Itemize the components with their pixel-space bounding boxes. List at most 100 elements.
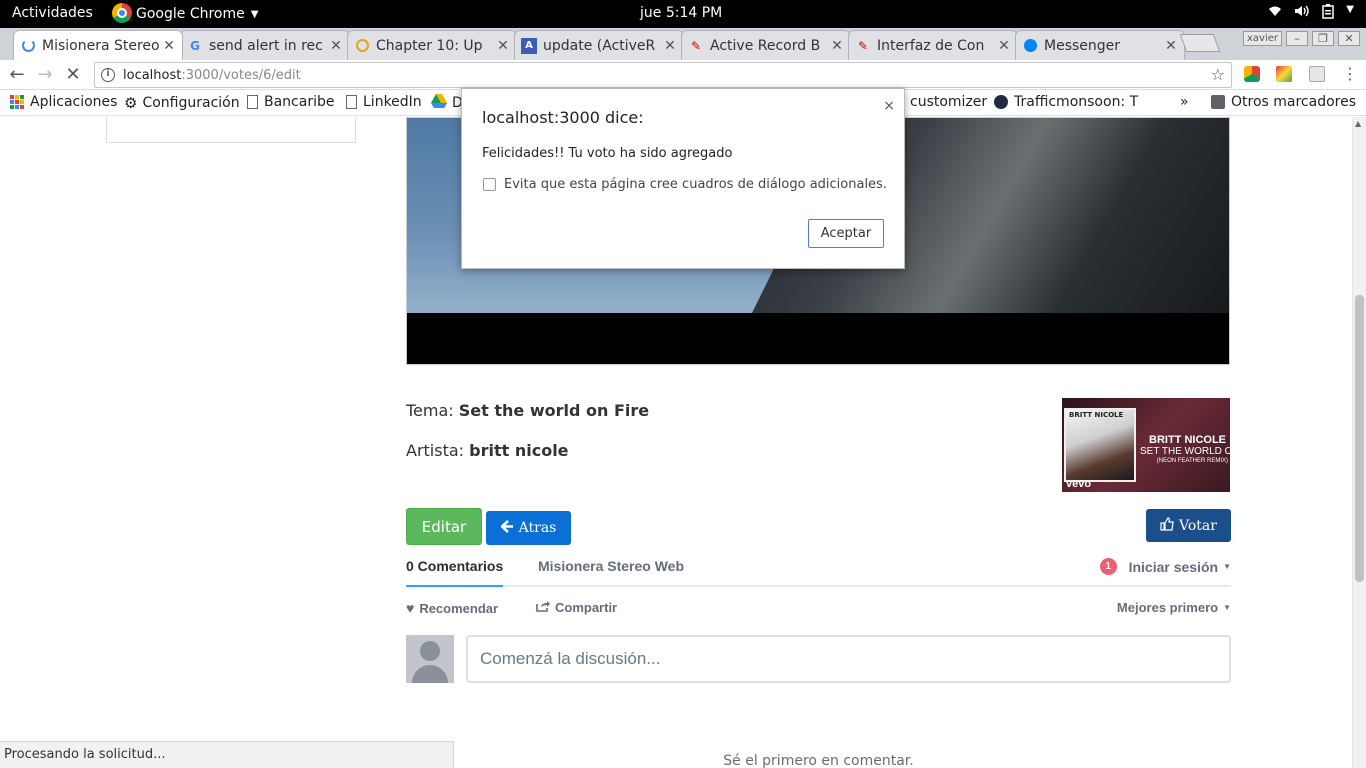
tab-messenger[interactable]: Messenger ✕ — [1015, 30, 1185, 60]
bookmark-apps[interactable]: Aplicaciones — [10, 94, 117, 110]
stop-loading-button[interactable]: ✕ — [62, 64, 84, 86]
bookmark-bancaribe[interactable]: Bancaribe — [247, 94, 334, 110]
sort-label: Mejores primero — [1116, 600, 1219, 615]
empty-comments-text: Sé el primero en comentar. — [723, 753, 914, 768]
dialog-close-icon[interactable]: × — [883, 98, 895, 114]
apps-grid-icon — [10, 95, 24, 109]
window-close-button[interactable]: ✕ — [1338, 31, 1360, 46]
aceptar-button[interactable]: Aceptar — [808, 219, 884, 248]
status-bubble: Procesando la solicitud... — [0, 741, 454, 768]
scroll-up-icon[interactable]: ▲ — [1355, 119, 1361, 128]
clock[interactable]: jue 5:14 PM — [640, 5, 722, 21]
bookmark-otros-marcadores[interactable]: Otros marcadores — [1211, 94, 1356, 110]
sidebar-box — [106, 117, 356, 143]
suppress-dialogs-checkbox[interactable]: Evita que esta página cree cuadros de di… — [483, 177, 887, 192]
bookmark-star-icon[interactable]: ☆ — [1211, 65, 1225, 84]
editar-label: Editar — [421, 517, 467, 536]
page-scrollbar[interactable]: ▲ — [1352, 117, 1366, 768]
tab-title: send alert in rec — [209, 37, 323, 54]
maximize-button[interactable]: ❐ — [1312, 31, 1334, 46]
song-title-row: Tema: Set the world on Fire — [406, 401, 649, 420]
alert-dialog: localhost:3000 dice: × Felicidades!! Tu … — [461, 88, 905, 269]
forward-button[interactable]: → — [34, 64, 56, 86]
tab-comentarios[interactable]: 0 Comentarios — [406, 558, 504, 587]
dialog-message: Felicidades!! Tu voto ha sido agregado — [482, 146, 733, 161]
tab-send-alert[interactable]: G send alert in rec ✕ — [180, 30, 350, 60]
bookmark-drive[interactable]: D — [431, 94, 463, 112]
song-thumbnail: BRITT NICOLE BRITT NICOLE SET THE WORLD … — [1062, 398, 1230, 492]
url-host: localhost — [123, 67, 182, 83]
vevo-logo: vevo — [1066, 478, 1092, 490]
thumb-subtitle: (NEON FEATHER REMIX) — [1156, 458, 1228, 464]
checkbox-label: Evita que esta página cree cuadros de di… — [504, 177, 887, 192]
login-menu[interactable]: 1 Iniciar sesión ▼ — [1099, 558, 1231, 575]
close-icon[interactable]: ✕ — [329, 38, 343, 54]
editar-button[interactable]: Editar — [406, 508, 482, 545]
extension-translate-icon[interactable] — [1309, 66, 1325, 82]
tab-misionera-stereo[interactable]: Misionera Stereo ✕ — [13, 30, 183, 60]
bookmark-linkedin[interactable]: LinkedIn — [346, 94, 422, 110]
votar-button[interactable]: Votar — [1146, 509, 1231, 542]
address-bar[interactable]: i localhost:3000/votes/6/edit ☆ — [94, 62, 1232, 88]
bookmark-configuracion[interactable]: ⚙ Configuración — [124, 94, 240, 112]
tema-label: Tema: — [406, 401, 454, 420]
chevron-down-icon: ▼ — [250, 8, 259, 20]
disqus-tabs: 0 Comentarios Misionera Stereo Web 1 Ini… — [406, 553, 1231, 587]
tab-title: Active Record B — [710, 37, 821, 54]
minimize-button[interactable]: – — [1286, 31, 1308, 46]
chevron-down-icon: ▼ — [1223, 603, 1231, 612]
recommend-label: Recomendar — [419, 600, 499, 616]
tab-active-record-basics[interactable]: ✎ Active Record B ✕ — [681, 30, 851, 60]
system-top-bar: Actividades Google Chrome ▼ jue 5:14 PM … — [0, 0, 1366, 28]
artista-value: britt nicole — [469, 441, 569, 460]
cover-text: BRITT NICOLE — [1069, 411, 1124, 419]
close-icon[interactable]: ✕ — [162, 38, 176, 54]
tab-interfaz-de-consultas[interactable]: ✎ Interfaz de Con ✕ — [848, 30, 1018, 60]
tab-title: update (ActiveR — [543, 37, 656, 54]
page-icon — [346, 95, 357, 109]
app-menu[interactable]: Google Chrome ▼ — [112, 3, 259, 23]
comment-input[interactable]: Comenzá la discusión... — [466, 635, 1231, 683]
notification-badge[interactable]: 1 — [1099, 558, 1117, 575]
bookmark-customizer[interactable]: customizer — [910, 94, 987, 110]
recommend-button[interactable]: ♥ Recomendar — [406, 600, 498, 616]
close-icon[interactable]: ✕ — [997, 38, 1011, 54]
wifi-icon — [1268, 4, 1282, 23]
profile-button[interactable]: xavier — [1242, 31, 1282, 46]
heart-icon: ♥ — [406, 600, 415, 616]
bookmarks-overflow-button[interactable]: » — [1180, 94, 1189, 110]
close-icon[interactable]: ✕ — [830, 38, 844, 54]
arrow-left-icon — [499, 519, 514, 537]
bookmark-label: Trafficmonsoon: T — [1014, 94, 1139, 110]
tab-update-activerecord[interactable]: A update (ActiveR ✕ — [514, 30, 684, 60]
tab-community[interactable]: Misionera Stereo Web — [538, 558, 684, 574]
chrome-menu-icon[interactable]: ⋮ — [1342, 64, 1358, 83]
scrollbar-thumb[interactable] — [1355, 295, 1364, 582]
drive-icon — [431, 94, 447, 112]
activities-button[interactable]: Actividades — [12, 5, 93, 21]
rails-icon: ✎ — [690, 38, 702, 53]
album-cover: BRITT NICOLE — [1064, 408, 1136, 482]
new-tab-button[interactable] — [1179, 34, 1221, 52]
app-menu-label: Google Chrome — [136, 6, 245, 22]
close-icon[interactable]: ✕ — [663, 38, 677, 54]
folder-icon — [1211, 95, 1225, 109]
trafficmonsoon-icon — [994, 95, 1008, 109]
atras-label: Atras — [518, 520, 557, 536]
share-icon — [536, 600, 550, 615]
extension-colorful-icon[interactable] — [1276, 66, 1292, 82]
close-icon[interactable]: ✕ — [496, 38, 510, 54]
checkbox[interactable] — [483, 178, 496, 191]
info-icon[interactable]: i — [101, 68, 115, 82]
bookmark-label: Otros marcadores — [1231, 94, 1357, 110]
share-button[interactable]: Compartir — [536, 600, 617, 615]
sort-menu[interactable]: Mejores primero ▼ — [1117, 600, 1231, 615]
atras-button[interactable]: Atras — [486, 511, 571, 545]
tab-chapter-10[interactable]: Chapter 10: Up ✕ — [347, 30, 517, 60]
system-tray[interactable]: ▼ — [1268, 4, 1354, 23]
extension-chrome-icon[interactable] — [1244, 66, 1260, 82]
tab-title: Misionera Stereo — [42, 37, 160, 54]
close-icon[interactable]: ✕ — [1164, 38, 1178, 54]
back-button[interactable]: ← — [6, 64, 28, 86]
bookmark-trafficmonsoon[interactable]: Trafficmonsoon: T — [994, 94, 1138, 110]
